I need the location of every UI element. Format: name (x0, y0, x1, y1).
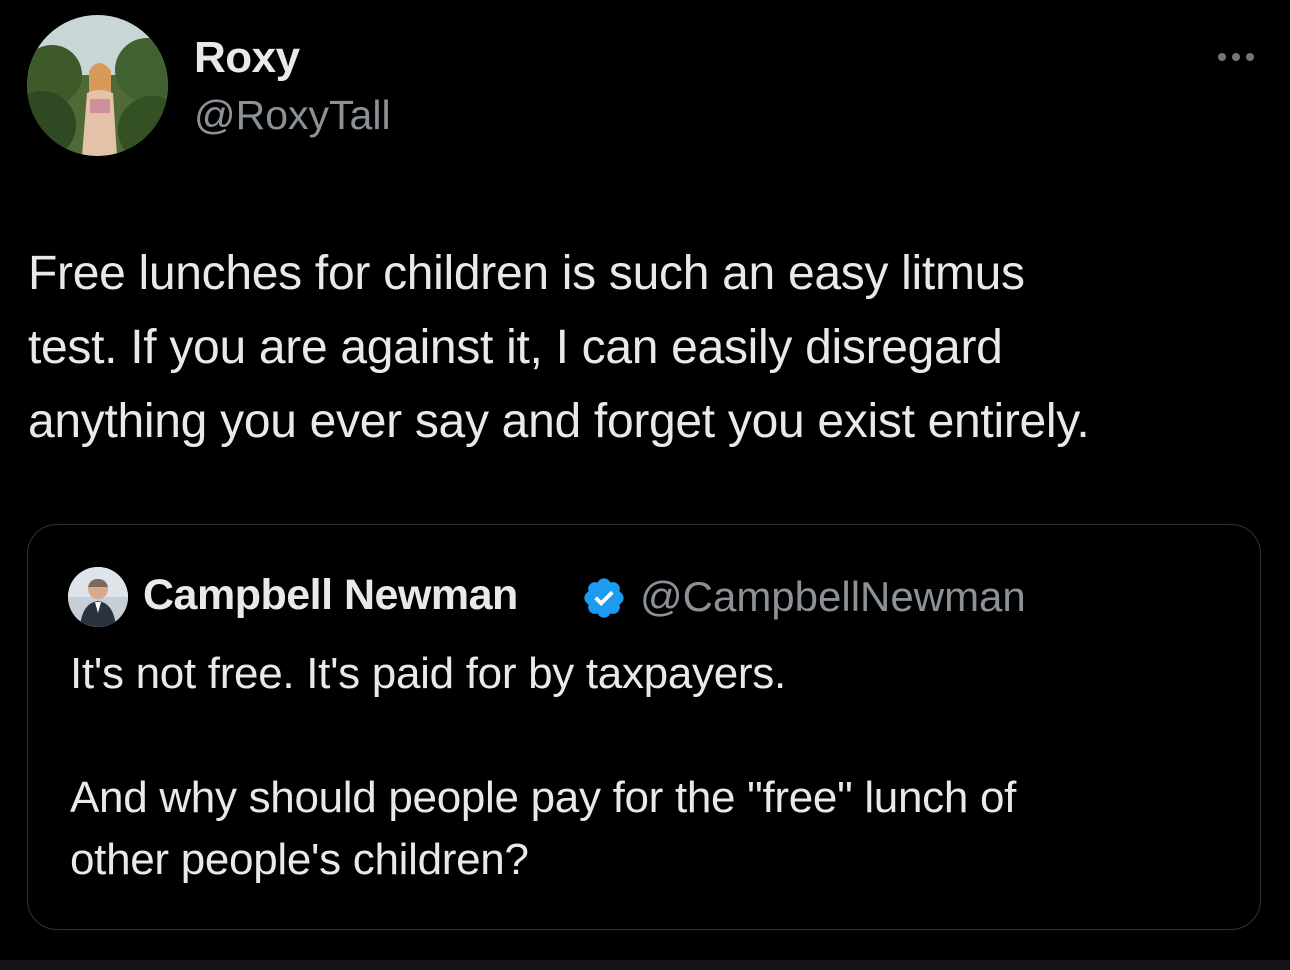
tweet-text: Free lunches for children is such an eas… (28, 247, 1090, 448)
quoted-tweet-text: It's not free. It's paid for by taxpayer… (70, 649, 1017, 884)
author-display-name[interactable]: Roxy (194, 33, 300, 83)
more-horizontal-icon (1232, 53, 1240, 61)
avatar-photo (27, 15, 168, 156)
tweet[interactable]: Roxy @RoxyTall Free lunches for children… (0, 0, 1290, 960)
more-horizontal-icon (1218, 53, 1226, 61)
bottom-divider (0, 960, 1290, 970)
quoted-avatar-photo (68, 567, 128, 627)
quoted-author-avatar[interactable] (68, 567, 128, 627)
more-options-button[interactable] (1206, 40, 1266, 74)
quoted-tweet-card[interactable]: Campbell Newman @CampbellNewman It's not… (27, 524, 1261, 930)
author-avatar[interactable] (27, 15, 168, 156)
quoted-author-handle[interactable]: @CampbellNewman (640, 573, 1026, 621)
quoted-author-display-name[interactable]: Campbell Newman (143, 571, 518, 620)
author-handle[interactable]: @RoxyTall (194, 92, 391, 139)
verified-badge-icon (584, 578, 624, 618)
more-horizontal-icon (1246, 53, 1254, 61)
